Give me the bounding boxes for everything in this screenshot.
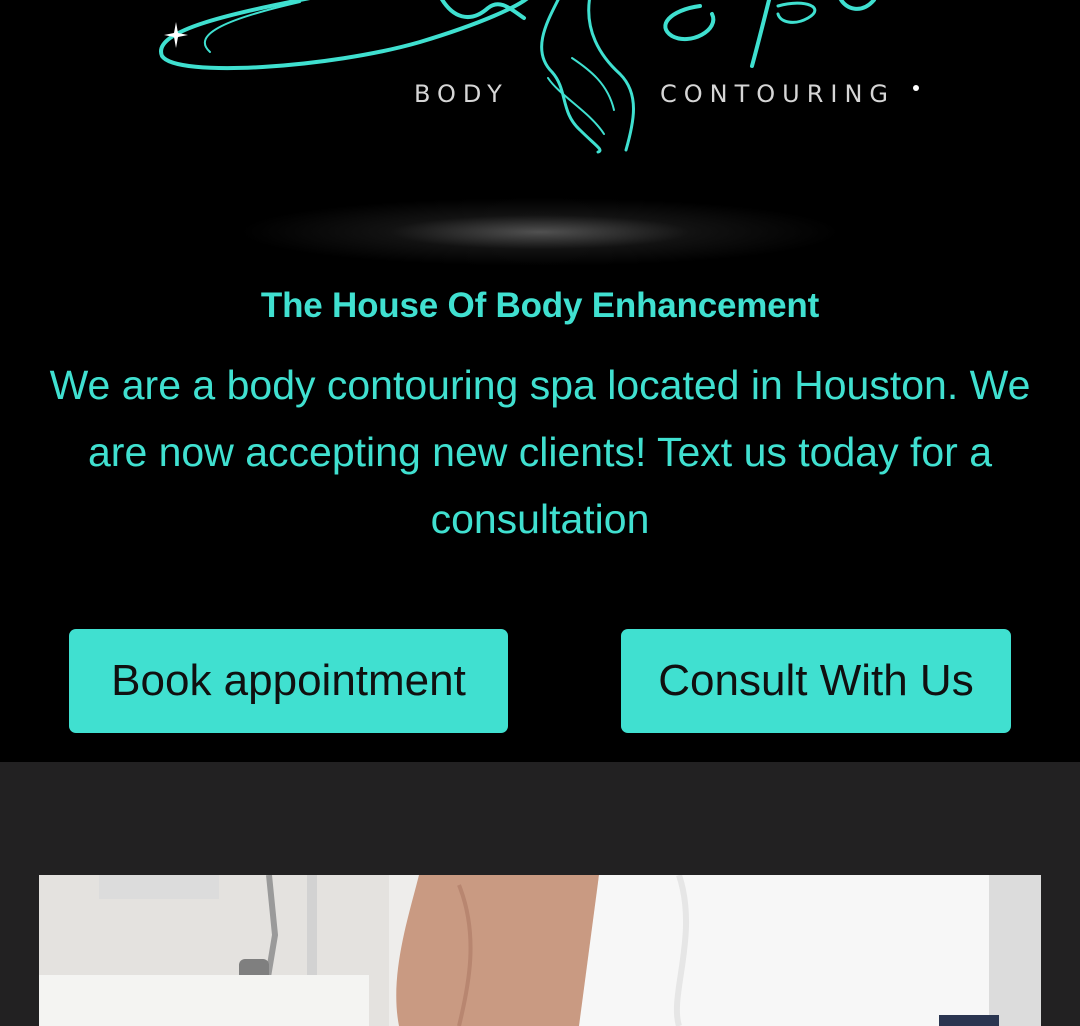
hero-section: BODY CONTOURING The House Of Body Enhanc…	[0, 0, 1080, 762]
book-appointment-button[interactable]: Book appointment	[69, 629, 508, 733]
intro-line: consultation	[430, 496, 650, 542]
logo-script-graphic	[159, 0, 919, 154]
sparkle-icon	[164, 22, 188, 48]
page: BODY CONTOURING The House Of Body Enhanc…	[0, 0, 1080, 1026]
intro-line: are now accepting new clients! Text us t…	[87, 429, 993, 475]
tagline: The House Of Body Enhancement	[260, 286, 820, 325]
spa-treatment-photo	[39, 875, 1041, 1026]
brand-logo: BODY CONTOURING	[0, 0, 1080, 280]
intro-text: We are a body contouring spa located in …	[0, 352, 1080, 553]
sparkle-dot-icon	[913, 85, 919, 91]
intro-line: We are a body contouring spa located in …	[49, 362, 1031, 408]
consult-with-us-button[interactable]: Consult With Us	[621, 629, 1011, 733]
logo-word-contouring: CONTOURING	[660, 80, 896, 108]
photo-illustration	[39, 875, 1041, 1026]
logo-word-body: BODY	[414, 80, 509, 108]
